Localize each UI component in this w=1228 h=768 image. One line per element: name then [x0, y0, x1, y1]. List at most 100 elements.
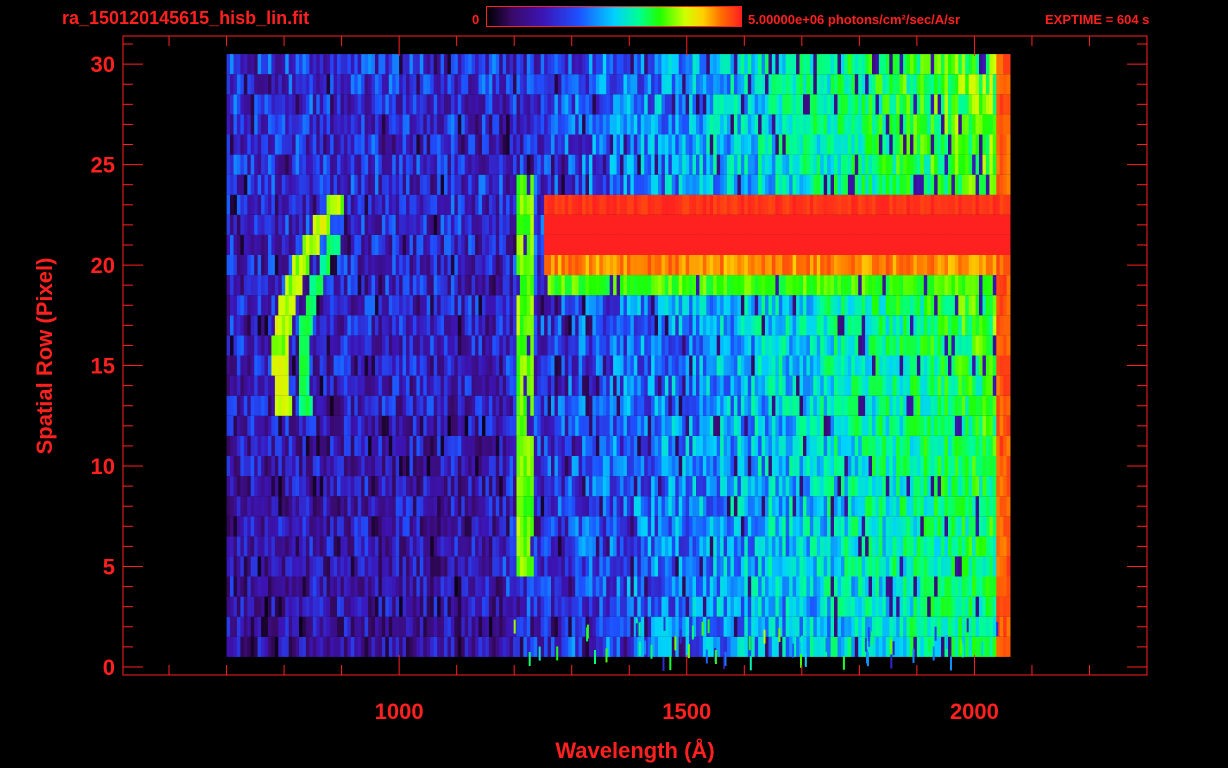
heatmap-cell: [392, 234, 397, 255]
heatmap-cell: [782, 596, 787, 617]
heatmap-cell: [575, 395, 580, 416]
heatmap-cell: [823, 616, 828, 637]
heatmap-cell: [264, 234, 269, 255]
heatmap-cell: [737, 536, 742, 557]
heatmap-cell: [637, 335, 642, 356]
heatmap-cell: [961, 355, 966, 376]
heatmap-cell: [785, 315, 790, 336]
heatmap-cell: [361, 214, 366, 235]
heatmap-cell: [985, 415, 990, 436]
heatmap-cell: [268, 516, 272, 537]
heatmap-cell: [364, 516, 369, 537]
heatmap-cell: [778, 315, 783, 336]
heatmap-cell: [243, 435, 248, 456]
heatmap-cell: [861, 214, 866, 235]
heatmap-cell: [499, 355, 504, 376]
heatmap-cell: [785, 516, 790, 537]
heatmap-cell: [582, 636, 586, 657]
heatmap-cell: [606, 435, 611, 456]
heatmap-cell: [844, 415, 849, 436]
heatmap-cell: [920, 596, 925, 617]
heatmap-cell: [892, 456, 897, 477]
heatmap-cell: [399, 375, 403, 396]
heatmap-cell: [350, 476, 355, 497]
heatmap-cell: [841, 476, 845, 497]
heatmap-cell: [979, 536, 983, 557]
heatmap-cell: [444, 275, 448, 296]
heatmap-cell: [292, 536, 296, 557]
heatmap-cell: [381, 556, 386, 577]
heatmap-cell: [803, 456, 807, 477]
heatmap-cell: [488, 616, 493, 637]
heatmap-cell: [872, 234, 876, 255]
heatmap-cell: [858, 456, 863, 477]
heatmap-cell: [937, 616, 942, 637]
heatmap-cell: [633, 576, 638, 597]
heatmap-cell: [847, 315, 852, 336]
heatmap-cell: [885, 435, 890, 456]
heatmap-cell: [985, 234, 990, 255]
heatmap-cell: [754, 636, 759, 657]
heatmap-cell: [637, 255, 642, 276]
heatmap-cell: [323, 335, 328, 356]
heatmap-cell: [236, 616, 241, 637]
heatmap-cell: [768, 476, 773, 497]
heatmap-cell: [740, 636, 745, 657]
heatmap-cell: [592, 576, 597, 597]
heatmap-cell: [357, 476, 362, 497]
heatmap-cell: [910, 516, 914, 537]
heatmap-cell: [378, 456, 383, 477]
heatmap-cell: [896, 275, 901, 296]
heatmap-cell: [602, 395, 607, 416]
heatmap-cell: [737, 375, 742, 396]
heatmap-cell: [889, 496, 894, 517]
heatmap-cell: [519, 576, 524, 597]
heatmap-cell: [699, 576, 704, 597]
heatmap-cell: [706, 516, 711, 537]
heatmap-cell: [333, 315, 338, 336]
heatmap-cell: [343, 234, 348, 255]
heatmap-cell: [768, 315, 773, 336]
heatmap-cell: [613, 234, 617, 255]
heatmap-cell: [426, 255, 431, 276]
heatmap-cell: [689, 234, 693, 255]
heatmap-cell: [295, 516, 300, 537]
heatmap-cell: [430, 536, 435, 557]
heatmap-cell: [295, 295, 300, 316]
heatmap-cell: [1006, 616, 1011, 637]
heatmap-cell: [599, 496, 604, 517]
heatmap-cell: [975, 536, 980, 557]
heatmap-cell: [730, 295, 735, 316]
heatmap-cell: [678, 516, 683, 537]
heatmap-cell: [789, 275, 794, 296]
heatmap-cell: [630, 275, 635, 296]
heatmap-cell: [523, 616, 528, 637]
heatmap-cell: [399, 636, 403, 657]
heatmap-cell: [406, 415, 410, 436]
heatmap-cell: [633, 335, 638, 356]
heatmap-cell: [561, 476, 566, 497]
heatmap-cell: [916, 275, 921, 296]
heatmap-cell: [937, 516, 942, 537]
heatmap-cell: [488, 375, 493, 396]
heatmap-cell: [278, 415, 283, 436]
heatmap-cell: [461, 295, 466, 316]
heatmap-cell: [371, 214, 376, 235]
heatmap-cell: [944, 616, 949, 637]
heatmap-cell: [1003, 616, 1008, 637]
heatmap-cell: [834, 395, 838, 416]
heatmap-cell: [295, 556, 300, 577]
heatmap-cell: [371, 516, 376, 537]
heatmap-cell: [412, 315, 417, 336]
heatmap-cell: [230, 456, 234, 477]
heatmap-cell: [381, 275, 386, 296]
heatmap-cell: [423, 516, 428, 537]
heatmap-cell: [609, 556, 614, 577]
heatmap-cell: [261, 315, 265, 336]
heatmap-cell: [685, 335, 690, 356]
heatmap-cell: [651, 596, 655, 617]
heatmap-cell: [778, 355, 783, 376]
heatmap-cell: [347, 435, 352, 456]
heatmap-cell: [233, 315, 238, 336]
heatmap-cell: [368, 255, 372, 276]
